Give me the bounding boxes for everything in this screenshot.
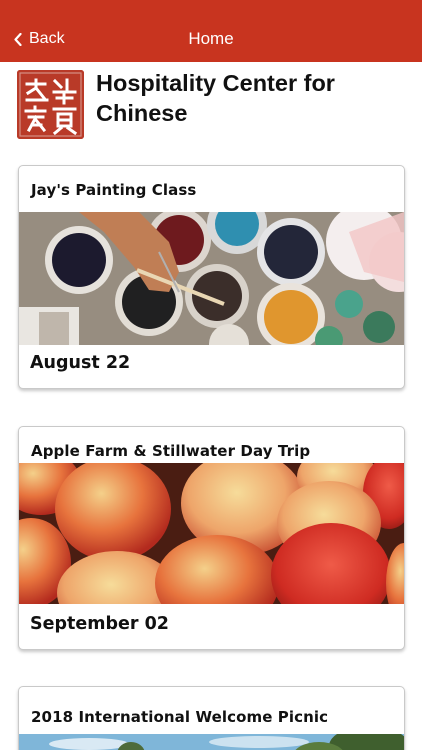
event-title: Apple Farm & Stillwater Day Trip (31, 442, 311, 460)
event-title: Jay's Painting Class (31, 181, 197, 199)
event-card[interactable]: 2018 International Welcome Picnic (18, 686, 405, 750)
nav-bar: Back Home (0, 0, 422, 62)
event-card[interactable]: Apple Farm & Stillwater Day Trip Septemb… (18, 426, 405, 650)
event-date: August 22 (30, 353, 131, 373)
paint-cans-image (19, 212, 404, 345)
event-title: 2018 International Welcome Picnic (31, 708, 329, 726)
event-date: September 02 (30, 614, 169, 634)
page-title: Home (188, 29, 234, 48)
seal-logo-icon (17, 70, 84, 139)
apples-image (19, 463, 404, 604)
outdoor-image (19, 734, 404, 750)
organization-header: Hospitality Center for Chinese (0, 62, 422, 144)
organization-name: Hospitality Center for Chinese (96, 70, 335, 126)
event-card[interactable]: Jay's Painting Class August 22 (18, 165, 405, 389)
